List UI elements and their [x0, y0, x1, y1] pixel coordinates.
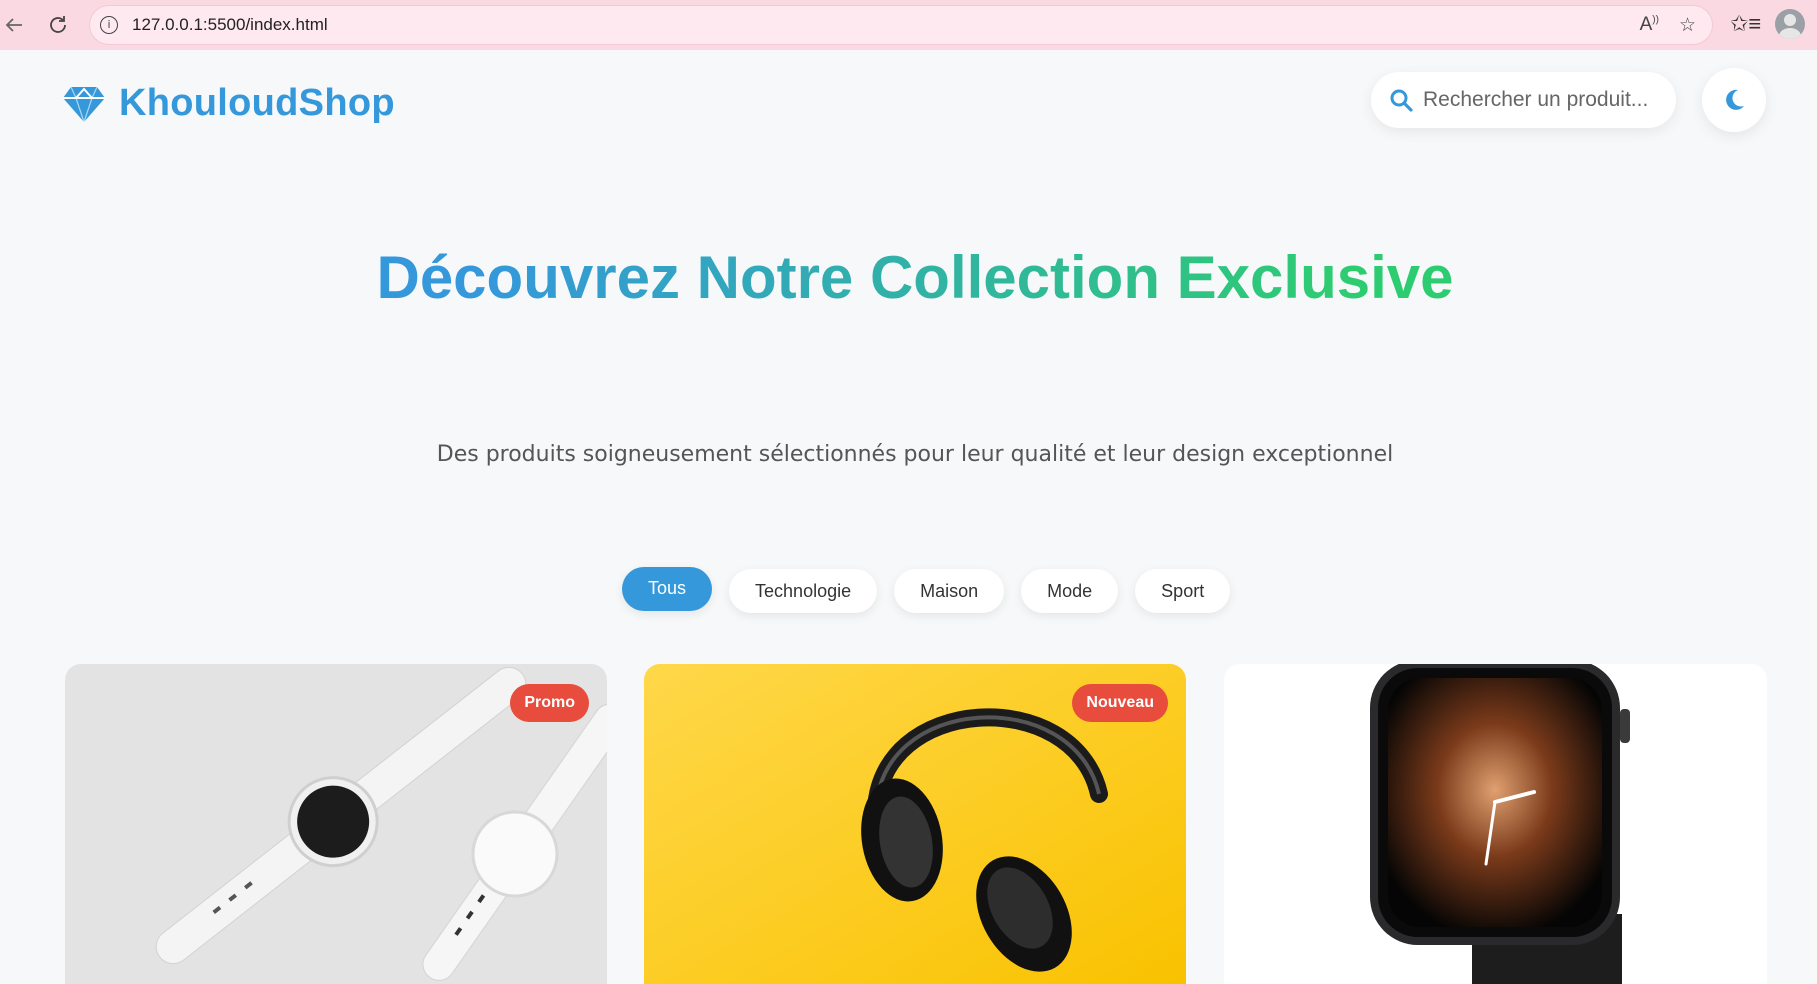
filter-maison[interactable]: Maison [894, 569, 1005, 613]
back-arrow-icon[interactable] [0, 11, 28, 39]
reload-icon[interactable] [44, 11, 72, 39]
product-image [1224, 664, 1767, 984]
search-icon [1390, 89, 1413, 112]
address-url[interactable]: 127.0.0.1:5500/index.html [132, 15, 328, 35]
hero-title: Découvrez Notre Collection Exclusive [300, 230, 1530, 326]
product-card[interactable]: Nouveau [644, 664, 1186, 984]
product-card[interactable]: Promo [65, 664, 607, 984]
filter-technologie[interactable]: Technologie [729, 569, 878, 613]
theme-toggle-button[interactable] [1702, 68, 1766, 132]
search-box[interactable] [1371, 72, 1676, 128]
category-filters: Tous Technologie Maison Mode Sport [622, 564, 1231, 613]
promo-badge: Promo [510, 684, 589, 722]
filter-tous[interactable]: Tous [622, 566, 713, 611]
page: KhouloudShop Découvrez Notre Collection … [0, 50, 1817, 984]
filter-sport[interactable]: Sport [1135, 569, 1231, 613]
favorites-icon[interactable]: ✩≡ [1730, 11, 1761, 37]
star-icon[interactable]: ☆ [1679, 14, 1696, 37]
search-input[interactable] [1423, 88, 1663, 112]
hero-subtitle: Des produits soigneusement sélectionnés … [436, 442, 1394, 467]
product-card[interactable] [1224, 664, 1767, 984]
address-bar[interactable]: i 127.0.0.1:5500/index.html A)) ☆ [89, 5, 1713, 45]
site-info-icon[interactable]: i [100, 16, 118, 34]
read-aloud-icon[interactable]: A)) [1640, 14, 1659, 37]
moon-icon [1726, 89, 1744, 110]
filter-mode[interactable]: Mode [1021, 569, 1119, 613]
diamond-icon [63, 86, 105, 123]
logo[interactable]: KhouloudShop [63, 82, 395, 125]
nouveau-badge: Nouveau [1072, 684, 1168, 722]
profile-avatar-icon[interactable] [1775, 9, 1805, 39]
brand-name: KhouloudShop [119, 82, 395, 124]
browser-toolbar: i 127.0.0.1:5500/index.html A)) ☆ ✩≡ [0, 0, 1817, 50]
